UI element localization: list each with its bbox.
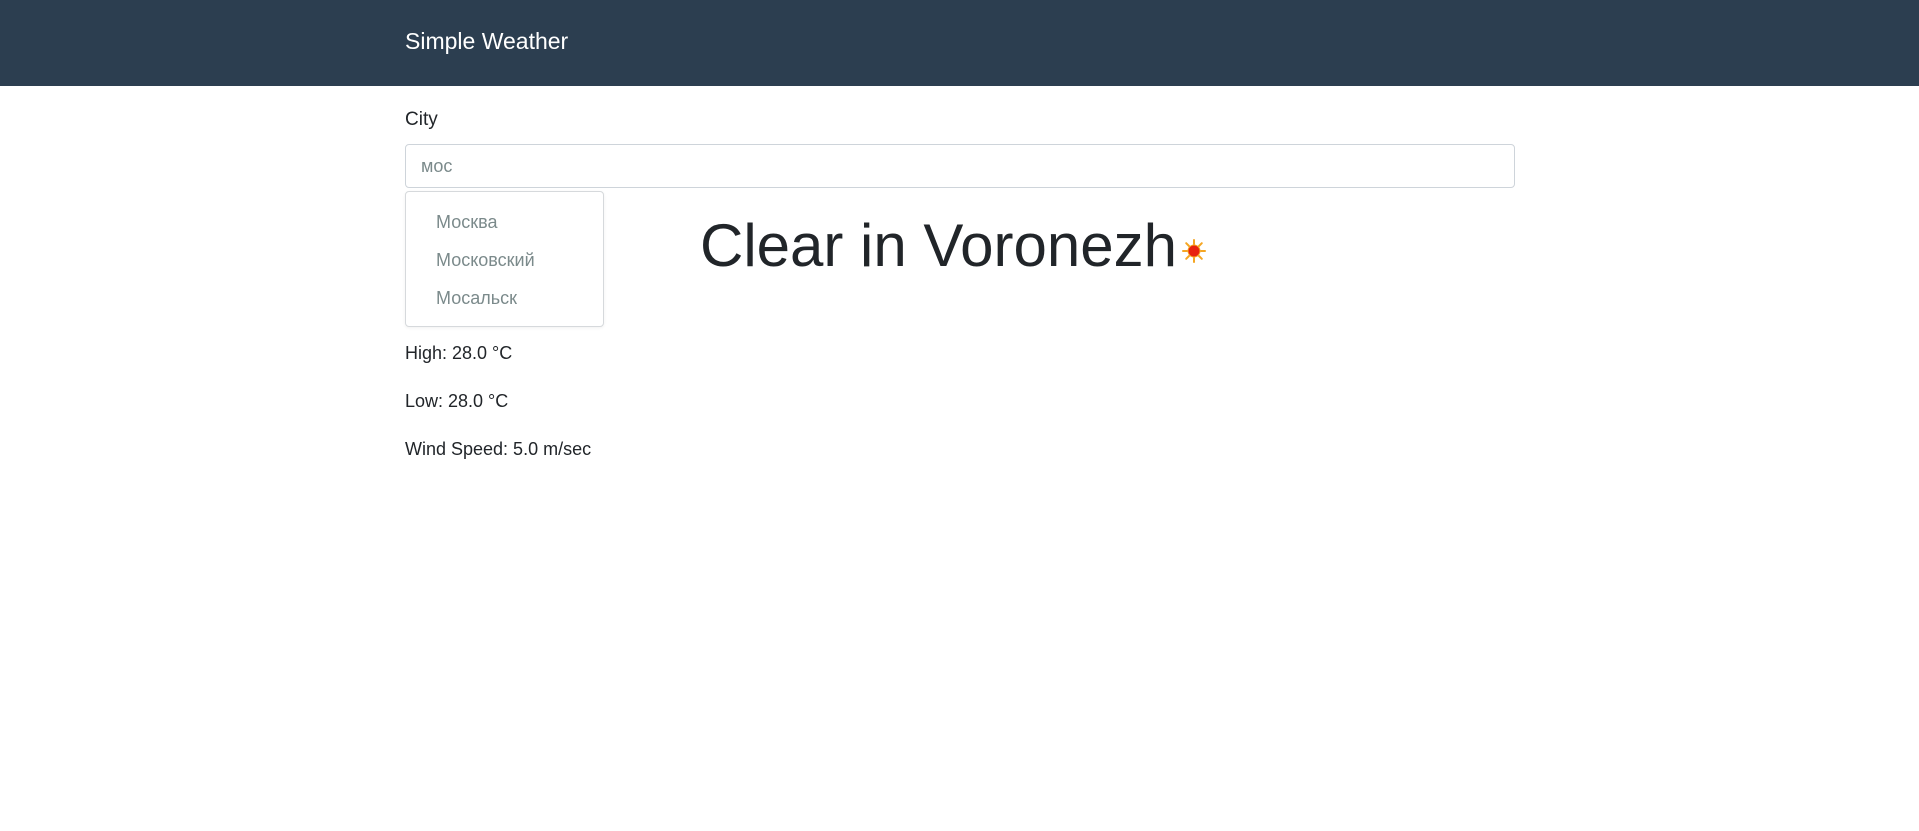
suggestion-item[interactable]: Мосальск — [436, 286, 517, 310]
brand-link[interactable]: Simple Weather — [405, 26, 568, 56]
city-label: City — [405, 109, 438, 130]
city-suggestions-dropdown: Москва Московский Мосальск — [405, 191, 604, 327]
suggestion-item[interactable]: Московский — [436, 248, 535, 272]
wind-speed: Wind Speed: 5.0 m/sec — [405, 439, 592, 459]
top-navbar: Simple Weather — [0, 0, 1919, 86]
suggestion-item[interactable]: Москва — [436, 210, 497, 234]
low-temperature: Low: 28.0 °C — [405, 391, 509, 411]
sun-icon — [1182, 239, 1206, 263]
high-temperature: High: 28.0 °C — [405, 343, 513, 363]
weather-heading: Clear in Voronezh — [700, 212, 1177, 279]
city-input[interactable] — [405, 144, 1515, 188]
